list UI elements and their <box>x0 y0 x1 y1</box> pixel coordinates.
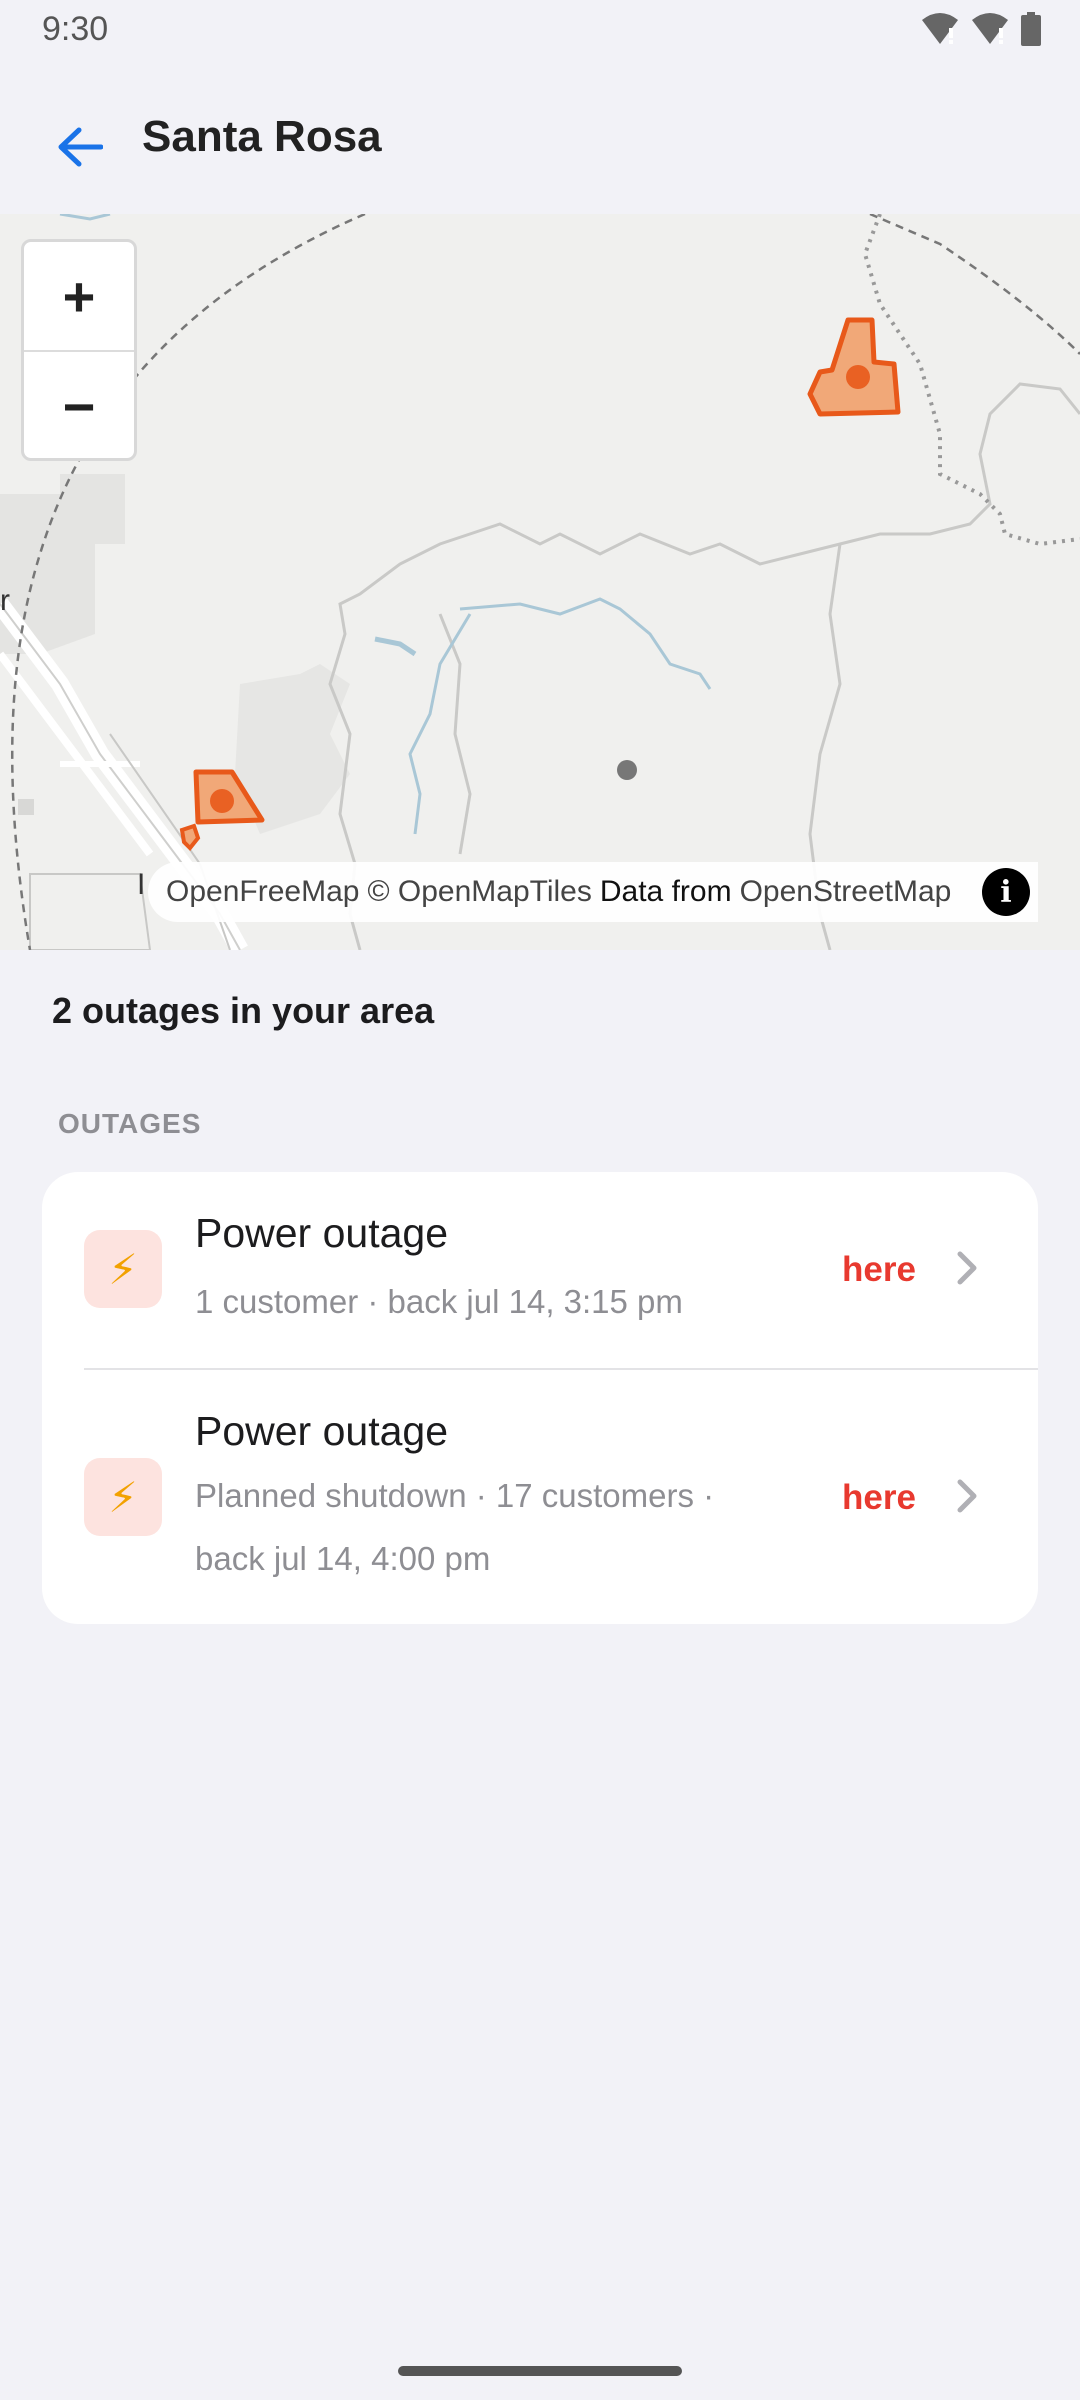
chevron-right-icon <box>957 1251 977 1285</box>
outage-title: Power outage <box>195 1408 449 1454</box>
outage-here-link[interactable]: here <box>842 1250 916 1290</box>
outage-row[interactable]: ⚡ Power outage 1 customer · back jul 14,… <box>42 1172 1038 1368</box>
signal-alert-icon <box>972 13 1008 44</box>
outage-title: Power outage <box>195 1210 449 1256</box>
info-icon[interactable]: i <box>982 868 1030 916</box>
map-view[interactable]: r I + − OpenFreeMap © OpenMapTiles Data … <box>0 214 1080 950</box>
data-from-label: Data from <box>599 875 732 908</box>
zoom-control: + − <box>21 239 137 461</box>
outage-subtitle: Planned shutdown · 17 customers · back j… <box>195 1477 715 1577</box>
status-bar: 9:30 <box>0 0 1080 62</box>
status-icons <box>920 12 1042 46</box>
wifi-alert-icon <box>922 13 958 44</box>
outage-row[interactable]: ⚡ Power outage Planned shutdown · 17 cus… <box>42 1370 1038 1624</box>
openfreemap-link[interactable]: OpenFreeMap <box>166 875 359 909</box>
map-edge-label: r <box>0 584 10 617</box>
arrow-left-icon <box>58 127 103 167</box>
status-time: 9:30 <box>42 10 109 48</box>
map-edge-label: I <box>137 868 145 901</box>
outage-subtitle: 1 customer · back jul 14, 3:15 pm <box>195 1283 683 1320</box>
chevron-right-icon <box>957 1479 977 1513</box>
app-bar: Santa Rosa <box>0 90 1080 190</box>
page-title: Santa Rosa <box>142 112 382 161</box>
zoom-in-button[interactable]: + <box>24 242 134 350</box>
battery-icon <box>1021 12 1041 46</box>
lightning-bolt-icon: ⚡ <box>84 1230 162 1308</box>
home-indicator[interactable] <box>398 2366 682 2376</box>
zoom-out-button[interactable]: − <box>24 350 134 460</box>
map-canvas: r I <box>0 214 1080 950</box>
outage-summary: 2 outages in your area <box>52 990 435 1031</box>
outage-list: ⚡ Power outage 1 customer · back jul 14,… <box>42 1172 1038 1624</box>
section-header: OUTAGES <box>58 1108 202 1139</box>
openstreetmap-link[interactable]: OpenStreetMap <box>740 875 952 909</box>
lightning-bolt-icon: ⚡ <box>84 1458 162 1536</box>
outage-here-link[interactable]: here <box>842 1478 916 1518</box>
openmaptiles-link[interactable]: © OpenMapTiles <box>367 875 591 909</box>
map-attribution: OpenFreeMap © OpenMapTiles Data from Ope… <box>148 862 1038 922</box>
back-button[interactable] <box>48 115 112 179</box>
